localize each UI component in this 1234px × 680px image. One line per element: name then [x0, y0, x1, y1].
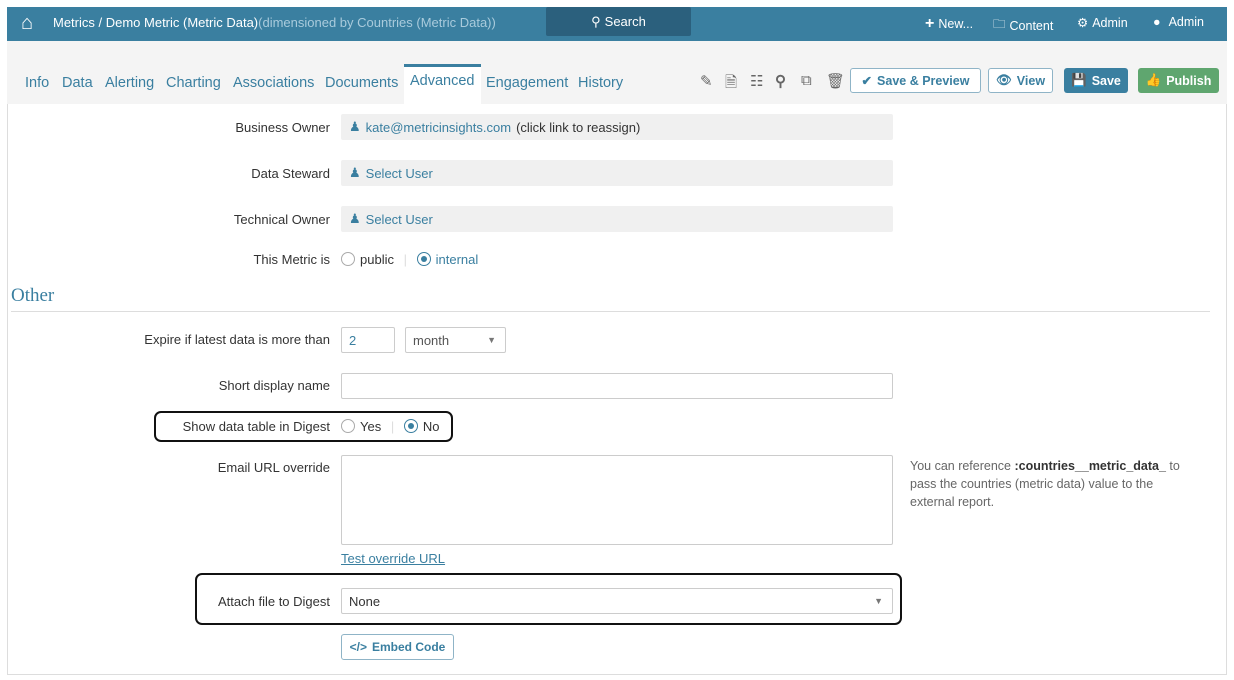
chevron-down-icon: ▼ [487, 335, 496, 345]
data-steward-select[interactable]: Select User [366, 166, 433, 181]
publish-label: Publish [1166, 73, 1212, 88]
search-button[interactable]: ⚲ Search [546, 7, 691, 36]
top-nav: ⌂ Metrics / Demo Metric (Metric Data)(di… [7, 7, 1227, 41]
business-owner-label: Business Owner [235, 120, 330, 135]
test-override-url-link[interactable]: Test override URL [341, 551, 445, 566]
data-steward-field[interactable]: ♟ Select User [341, 160, 893, 186]
plus-icon: + [925, 15, 935, 32]
chevron-down-icon: ▼ [874, 596, 883, 606]
tab-documents[interactable]: Documents [325, 75, 398, 91]
attach-file-select[interactable]: None ▼ [341, 588, 893, 614]
floppy-icon: 💾 [1071, 73, 1087, 87]
data-steward-label: Data Steward [251, 166, 330, 181]
eye-icon: 👁 [995, 73, 1012, 87]
code-icon: </> [349, 640, 367, 654]
hierarchy-icon[interactable]: ☷ [750, 72, 763, 90]
email-url-help: You can reference :countries__metric_dat… [910, 457, 1200, 511]
tab-info[interactable]: Info [25, 75, 49, 91]
user-icon: ♟ [349, 165, 361, 180]
view-button[interactable]: 👁 View [988, 68, 1053, 93]
new-label: New... [938, 17, 974, 31]
technical-owner-label: Technical Owner [233, 212, 330, 227]
help-text: You can reference [910, 459, 1015, 473]
save-preview-label: Save & Preview [877, 73, 970, 88]
search-label: Search [604, 14, 646, 29]
embed-code-label: Embed Code [372, 640, 446, 654]
admin-settings-menu[interactable]: ⚙ Admin [1077, 15, 1128, 31]
tab-history[interactable]: History [578, 75, 623, 91]
radio-no[interactable]: No [403, 419, 440, 434]
reassign-hint: (click link to reassign) [516, 119, 641, 135]
expire-label: Expire if latest data is more than [144, 332, 330, 347]
search-icon: ⚲ [591, 13, 601, 29]
home-icon[interactable]: ⌂ [21, 12, 33, 35]
admin-settings-label: Admin [1092, 15, 1128, 30]
tab-data[interactable]: Data [62, 75, 93, 91]
user-icon: ● [1153, 15, 1161, 29]
radio-yes[interactable]: Yes [341, 419, 381, 434]
technical-owner-field[interactable]: ♟ Select User [341, 206, 893, 232]
business-owner-link[interactable]: kate@metricinsights.com [366, 120, 511, 135]
save-preview-button[interactable]: ✔ Save & Preview [850, 68, 981, 93]
radio-internal-label: internal [435, 252, 479, 267]
view-label: View [1016, 73, 1046, 88]
thumbs-up-icon: 👍 [1145, 73, 1162, 87]
user-menu[interactable]: ● Admin [1153, 15, 1204, 29]
radio-no-label: No [422, 419, 440, 434]
document-icon[interactable]: 🗎 [725, 72, 737, 97]
attach-file-label: Attach file to Digest [218, 594, 330, 609]
check-icon: ✔ [861, 74, 873, 88]
tab-charting[interactable]: Charting [166, 75, 221, 91]
breadcrumb-dimension: (dimensioned by Countries (Metric Data)) [258, 15, 496, 30]
edit-icon[interactable]: ✎ [700, 72, 713, 90]
trash-icon[interactable]: 🗑 [826, 72, 845, 90]
tab-alerting[interactable]: Alerting [105, 75, 154, 91]
expire-value-input[interactable]: 2 [341, 327, 395, 353]
tab-associations[interactable]: Associations [233, 75, 314, 91]
gear-icon: ⚙ [1077, 16, 1089, 30]
content-menu[interactable]: 🗀 Content [993, 15, 1053, 36]
short-name-label: Short display name [218, 378, 330, 393]
short-name-input[interactable] [341, 373, 893, 399]
folder-icon: 🗀 [993, 17, 1006, 31]
search-icon[interactable]: ⚲ [775, 72, 786, 90]
radio-public[interactable]: public [341, 252, 394, 267]
tab-engagement[interactable]: Engagement [486, 75, 568, 91]
expire-unit-select[interactable]: month ▼ [405, 327, 506, 353]
breadcrumb-link[interactable]: Metrics / Demo Metric (Metric Data) [53, 15, 258, 30]
section-heading-other: Other [11, 285, 55, 306]
user-icon: ♟ [349, 211, 361, 226]
expire-unit-value: month [413, 332, 450, 348]
email-url-textarea[interactable] [341, 455, 893, 545]
embed-code-button[interactable]: </> Embed Code [341, 634, 454, 660]
radio-yes-label: Yes [360, 419, 382, 434]
publish-button[interactable]: 👍 Publish [1138, 68, 1219, 93]
email-url-label: Email URL override [217, 460, 330, 475]
business-owner-field: ♟ kate@metricinsights.com (click link to r… [341, 114, 893, 140]
tab-bar: Info Data Alerting Charting Associations… [7, 41, 1227, 104]
save-button[interactable]: 💾 Save [1064, 68, 1128, 93]
attach-file-value: None [349, 593, 381, 609]
technical-owner-select[interactable]: Select User [366, 212, 433, 227]
show-table-label: Show data table in Digest [182, 419, 330, 434]
radio-public-label: public [360, 252, 394, 267]
copy-icon[interactable]: ⧉ [801, 72, 812, 89]
user-icon: ♟ [349, 119, 361, 134]
metric-visibility-label: This Metric is [253, 252, 330, 267]
radio-internal[interactable]: internal [416, 252, 479, 267]
tab-advanced[interactable]: Advanced [404, 64, 481, 104]
show-table-radio-group: Yes | No [341, 419, 439, 434]
user-label: Admin [1168, 15, 1204, 29]
visibility-radio-group: public | internal [341, 252, 478, 267]
content-label: Content [1009, 18, 1054, 33]
new-menu[interactable]: + New... [925, 15, 973, 33]
help-variable: :countries__metric_data_ [1014, 459, 1166, 473]
section-divider [11, 311, 1210, 312]
breadcrumb: Metrics / Demo Metric (Metric Data)(dime… [53, 15, 496, 30]
save-label: Save [1091, 73, 1121, 88]
